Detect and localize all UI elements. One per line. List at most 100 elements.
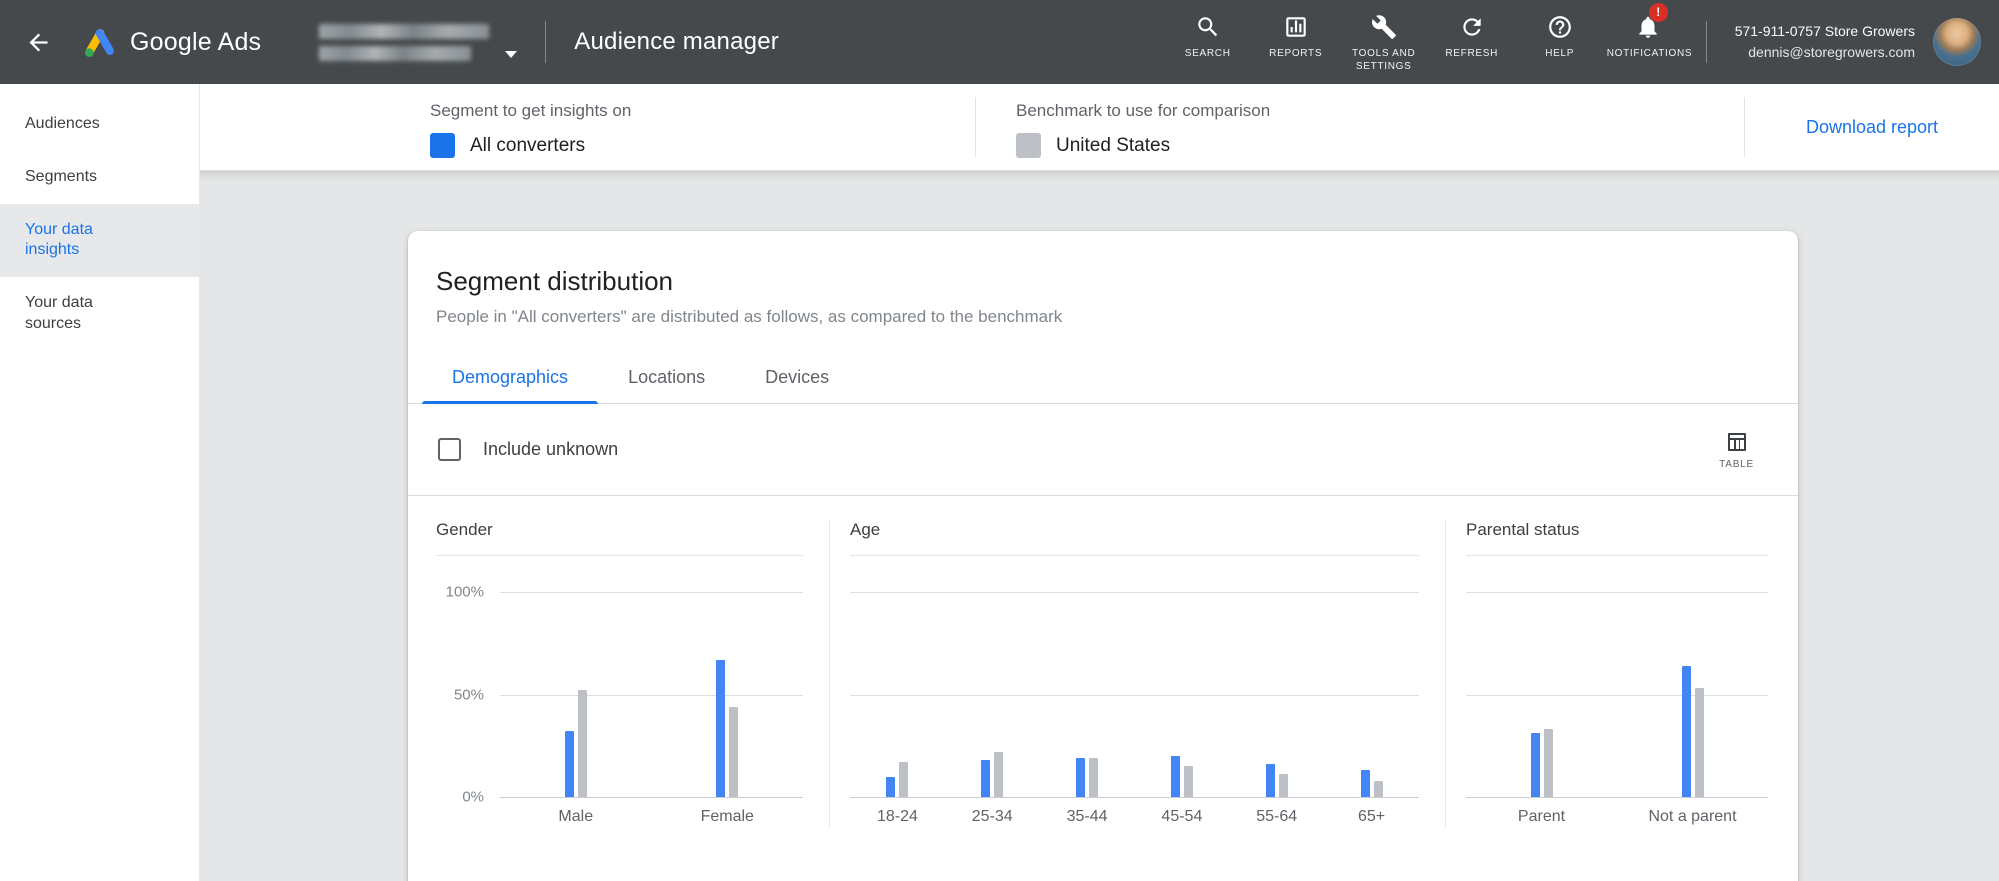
- segment-color-swatch: [430, 133, 455, 158]
- category-label: 18-24: [876, 808, 918, 825]
- chart-title-parental-status: Parental status: [1466, 520, 1580, 539]
- benchmark-color-swatch: [1016, 133, 1041, 158]
- include-unknown-control[interactable]: Include unknown: [438, 438, 618, 461]
- category-label: 65+: [1357, 808, 1386, 825]
- bar-all-converters: [1170, 756, 1180, 797]
- refresh-icon: [1463, 17, 1481, 36]
- sidebar-item-your-data-insights[interactable]: Your data insights: [0, 203, 199, 278]
- tools-and-settings-label: TOOLS AND SETTINGS: [1352, 47, 1416, 72]
- benchmark-selector[interactable]: United States: [1016, 133, 1744, 158]
- help-label: HELP: [1545, 47, 1575, 59]
- account-switcher[interactable]: [319, 23, 518, 61]
- sidebar-item-segments[interactable]: Segments: [0, 151, 199, 204]
- bar-group-not-a-parent: Not a parent: [1648, 592, 1737, 825]
- topbar: Google Ads Audience manager SEARCH REPOR…: [0, 0, 1999, 84]
- search-label: SEARCH: [1184, 47, 1231, 59]
- bar-group-18-24: 18-24: [877, 592, 918, 825]
- chart-title-divider: [436, 555, 803, 556]
- notification-badge: !: [1648, 2, 1668, 22]
- include-unknown-checkbox[interactable]: [438, 438, 461, 461]
- search-button[interactable]: SEARCH: [1164, 12, 1252, 60]
- reports-button[interactable]: REPORTS: [1252, 12, 1340, 60]
- tools-and-settings-button[interactable]: TOOLS AND SETTINGS: [1340, 12, 1428, 73]
- y-axis-label: 50%: [453, 686, 484, 703]
- chart-controls-row: Include unknown TABLE: [408, 404, 1798, 496]
- sidebar-item-your-data-sources[interactable]: Your data sources: [0, 277, 199, 351]
- bar-all-converters: [716, 659, 726, 797]
- chart-title-age: Age: [850, 520, 881, 539]
- arrow-back-icon: [29, 33, 47, 51]
- y-axis-label: 100%: [445, 583, 484, 601]
- download-report-link[interactable]: Download report: [1806, 117, 1938, 138]
- tab-devices[interactable]: Devices: [735, 351, 859, 403]
- topbar-divider: [1705, 21, 1707, 63]
- content-area: Segment distribution People in "All conv…: [200, 171, 1999, 881]
- table-button-label: TABLE: [1719, 458, 1754, 470]
- segment-label: Segment to get insights on: [430, 101, 632, 120]
- bar-united-states: [899, 762, 909, 797]
- back-button[interactable]: [14, 18, 62, 66]
- tab-locations[interactable]: Locations: [598, 351, 735, 403]
- tab-demographics[interactable]: Demographics: [422, 351, 599, 404]
- bar-group-male: Male: [558, 592, 593, 825]
- benchmark-label: Benchmark to use for comparison: [1016, 101, 1271, 120]
- reports-label: REPORTS: [1269, 47, 1323, 59]
- chart-age: Age 18-24 25-34 35-44 45-54 55-64 65+: [829, 520, 1445, 827]
- bar-group-65-: 65+: [1358, 592, 1385, 825]
- bar-united-states: [1278, 774, 1288, 797]
- bar-all-converters: [1530, 733, 1540, 797]
- bar-group-parent: Parent: [1518, 592, 1565, 825]
- sidebar: Audiences Segments Your data insights Yo…: [0, 84, 200, 881]
- reports-icon: [1285, 16, 1306, 37]
- x-axis-line: [850, 797, 1419, 798]
- bar-united-states: [1183, 766, 1193, 797]
- refresh-button[interactable]: REFRESH: [1428, 12, 1516, 60]
- refresh-label: REFRESH: [1445, 47, 1499, 59]
- help-button[interactable]: HELP: [1516, 12, 1604, 60]
- google-ads-logo-icon: [85, 29, 114, 57]
- wrench-icon: [1371, 14, 1396, 39]
- chart-title-divider: [850, 555, 1419, 556]
- segment-value: All converters: [470, 134, 586, 156]
- page-title: Audience manager: [574, 28, 779, 55]
- avatar[interactable]: [1933, 18, 1981, 66]
- search-icon: [1197, 16, 1217, 36]
- bar-all-converters: [1360, 770, 1370, 797]
- bar-group-female: Female: [701, 592, 754, 825]
- notifications-label: NOTIFICATIONS: [1606, 47, 1693, 59]
- category-label: Female: [700, 808, 754, 825]
- bar-united-states: [1543, 729, 1553, 797]
- category-label: 35-44: [1066, 808, 1108, 825]
- bar-united-states: [577, 690, 587, 797]
- category-label: 45-54: [1161, 808, 1203, 825]
- card-subtitle: People in "All converters" are distribut…: [436, 307, 1063, 326]
- chart-title-gender: Gender: [436, 520, 493, 539]
- topbar-divider: [545, 21, 547, 63]
- bar-all-converters: [981, 760, 991, 797]
- sidebar-item-audiences[interactable]: Audiences: [0, 98, 199, 151]
- segment-benchmark-bar: Segment to get insights on All converter…: [200, 84, 1999, 171]
- google-ads-logo[interactable]: Google Ads: [82, 24, 261, 60]
- include-unknown-label: Include unknown: [483, 439, 619, 459]
- bar-united-states: [729, 706, 739, 797]
- product-name: Google Ads: [130, 27, 262, 56]
- x-axis-line: [500, 797, 803, 798]
- bar-united-states: [1373, 780, 1383, 797]
- benchmark-value: United States: [1056, 134, 1171, 156]
- table-icon: [1727, 432, 1746, 451]
- bar-group-45-54: 45-54: [1161, 592, 1202, 825]
- chevron-down-icon: [505, 50, 518, 58]
- bar-all-converters: [1265, 764, 1275, 797]
- bar-all-converters: [1681, 665, 1691, 797]
- notifications-button[interactable]: ! NOTIFICATIONS: [1604, 2, 1693, 60]
- category-label: Male: [558, 808, 594, 825]
- segment-selector[interactable]: All converters: [430, 133, 975, 158]
- bar-united-states: [1694, 688, 1704, 797]
- bar-group-35-44: 35-44: [1067, 592, 1108, 825]
- table-view-button[interactable]: TABLE: [1719, 430, 1754, 470]
- account-info: 571-911-0757 Store Growers dennis@storeg…: [1735, 21, 1915, 63]
- bar-group-55-64: 55-64: [1256, 592, 1297, 825]
- chart-title-divider: [1466, 555, 1768, 556]
- category-label: Not a parent: [1648, 808, 1737, 825]
- chart-gender: Gender 0% 50% 100% Male Female: [408, 520, 829, 827]
